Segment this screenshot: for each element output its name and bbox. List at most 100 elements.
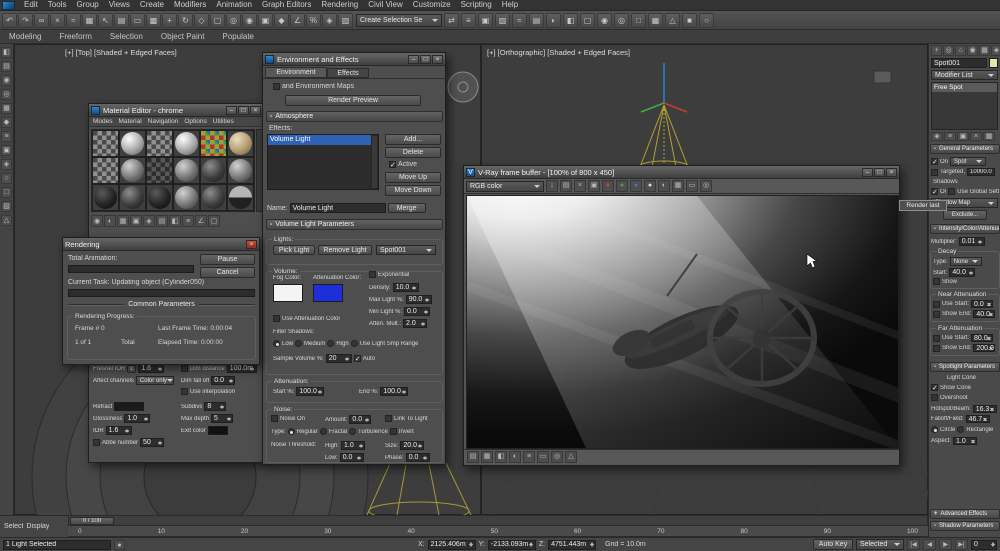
load-image-icon[interactable]: ▤ bbox=[560, 180, 572, 192]
minimize-button[interactable]: – bbox=[408, 55, 419, 64]
ribbon-tab[interactable]: Modeling bbox=[0, 30, 50, 43]
multiplier-field[interactable]: 0.01 bbox=[959, 237, 985, 246]
left-toolbar-icon[interactable]: ▧ bbox=[1, 201, 12, 212]
far-use-checkbox[interactable] bbox=[933, 335, 940, 342]
merge-button[interactable]: Merge bbox=[388, 203, 426, 213]
pause-button[interactable]: Pause bbox=[200, 254, 255, 265]
circle-radio[interactable] bbox=[931, 426, 938, 433]
show-end-result-icon[interactable]: ≡ bbox=[944, 132, 956, 141]
noise-amount-field[interactable]: 0.0 bbox=[349, 415, 371, 424]
app-logo-icon[interactable] bbox=[2, 1, 15, 10]
menu-item[interactable]: Customize bbox=[408, 0, 456, 10]
decay-type-dropdown[interactable]: None bbox=[950, 257, 982, 266]
menu-item[interactable]: Tools bbox=[43, 0, 72, 10]
select-and-scale-icon[interactable]: ◇ bbox=[194, 13, 209, 28]
type-fractal-radio[interactable] bbox=[320, 428, 327, 435]
select-and-move-icon[interactable]: + bbox=[162, 13, 177, 28]
put-material-icon[interactable]: ◐ bbox=[104, 215, 116, 227]
tab-environment[interactable]: Environment bbox=[265, 67, 327, 78]
remove-modifier-icon[interactable]: × bbox=[970, 132, 982, 141]
dim-distance-field[interactable]: 100.0m bbox=[227, 364, 257, 373]
background-icon[interactable]: ▭ bbox=[537, 451, 549, 463]
material-editor-titlebar[interactable]: Material Editor - chrome – □ × bbox=[89, 104, 263, 117]
make-unique-icon[interactable]: ◈ bbox=[143, 215, 155, 227]
play-animation-icon[interactable]: ▶ bbox=[939, 539, 952, 550]
noise-size-field[interactable]: 20.0 bbox=[400, 441, 424, 450]
material-editor-menu-item[interactable]: Modes bbox=[90, 117, 116, 127]
rollout-volume-light-parameters[interactable]: Volume Light Parameters bbox=[266, 219, 443, 230]
aspect-field[interactable]: 1.0 bbox=[953, 437, 977, 445]
close-button[interactable]: × bbox=[886, 168, 897, 177]
left-toolbar-icon[interactable]: ◧ bbox=[1, 47, 12, 58]
exposure-icon[interactable]: ◐ bbox=[509, 451, 521, 463]
viewport-top-label[interactable]: [+] [Top] [Shaded + Edged Faces] bbox=[65, 48, 177, 57]
y-coordinate-field[interactable]: -2133.093m bbox=[488, 540, 536, 550]
modify-tab-icon[interactable]: ◎ bbox=[943, 45, 954, 56]
near-start-field[interactable]: 0.0 bbox=[971, 300, 993, 308]
menu-item[interactable]: Views bbox=[104, 0, 135, 10]
effects-list-item[interactable]: Volume Light bbox=[268, 135, 378, 145]
pin-stack-icon[interactable]: ◈ bbox=[931, 132, 943, 141]
pixel-info-icon[interactable]: ▦ bbox=[672, 180, 684, 192]
modifier-stack[interactable]: Free Spot bbox=[931, 82, 998, 130]
stereo-icon[interactable]: △ bbox=[565, 451, 577, 463]
select-and-rotate-icon[interactable]: ↻ bbox=[178, 13, 193, 28]
keyboard-override-icon[interactable]: ▣ bbox=[258, 13, 273, 28]
material-slot[interactable] bbox=[173, 130, 200, 157]
menu-item[interactable]: Rendering bbox=[316, 0, 363, 10]
material-slot[interactable] bbox=[227, 157, 254, 184]
keying-mode-dropdown[interactable]: Selected bbox=[856, 539, 904, 550]
current-frame-field[interactable]: 0 bbox=[971, 540, 997, 550]
fresnel-ior-field[interactable]: 1.6 bbox=[138, 364, 164, 373]
region-render-icon[interactable]: ▭ bbox=[686, 180, 698, 192]
ribbon-tab[interactable]: Selection bbox=[101, 30, 152, 43]
left-toolbar-icon[interactable]: ▦ bbox=[1, 103, 12, 114]
clear-image-icon[interactable]: × bbox=[574, 180, 586, 192]
decay-show-checkbox[interactable] bbox=[933, 278, 940, 285]
select-object-icon[interactable]: ↖ bbox=[98, 13, 113, 28]
move-down-button[interactable]: Move Down bbox=[385, 185, 441, 196]
far-end-field[interactable]: 200.0 bbox=[973, 344, 995, 352]
reset-map-icon[interactable]: ▣ bbox=[130, 215, 142, 227]
tab-effects[interactable]: Effects bbox=[327, 68, 369, 78]
left-toolbar-icon[interactable]: ◎ bbox=[1, 89, 12, 100]
left-toolbar-icon[interactable]: ◈ bbox=[1, 159, 12, 170]
affect-channels-dropdown[interactable]: Color only bbox=[136, 376, 174, 385]
motion-tab-icon[interactable]: ◉ bbox=[967, 45, 978, 56]
time-slider-handle[interactable]: 0 / 100 bbox=[70, 517, 114, 525]
time-slider[interactable]: 0 / 100 bbox=[68, 515, 928, 526]
modifier-list-dropdown[interactable]: Modifier List bbox=[931, 70, 998, 80]
environment-titlebar[interactable]: Environment and Effects – □ × bbox=[263, 53, 445, 66]
far-start-field[interactable]: 80.0 bbox=[971, 334, 993, 342]
ior-field[interactable]: 1.6 bbox=[106, 426, 132, 435]
rollout-spotlight-parameters[interactable]: Spotlight Parameters bbox=[930, 362, 1000, 372]
go-to-end-icon[interactable]: ▶| bbox=[955, 539, 968, 550]
link-to-light-checkbox[interactable] bbox=[385, 415, 392, 422]
minimize-button[interactable]: – bbox=[226, 106, 237, 115]
blue-channel-icon[interactable]: ● bbox=[630, 180, 642, 192]
menu-item[interactable]: Scripting bbox=[456, 0, 497, 10]
render-iterative-icon[interactable]: ◎ bbox=[614, 13, 629, 28]
targeted-checkbox[interactable] bbox=[931, 169, 938, 176]
left-toolbar-icon[interactable]: ≡ bbox=[1, 131, 12, 142]
material-editor-icon[interactable]: ◐ bbox=[546, 13, 561, 28]
select-tab[interactable]: Select bbox=[4, 523, 23, 530]
display-tab-icon[interactable]: ▦ bbox=[979, 45, 990, 56]
cancel-button[interactable]: Cancel bbox=[200, 267, 255, 278]
abbe-field[interactable]: 50 bbox=[140, 438, 164, 447]
filter-low-radio[interactable] bbox=[273, 340, 280, 347]
track-bar[interactable]: 0102030405060708090100 bbox=[68, 526, 928, 537]
alpha-channel-icon[interactable]: ● bbox=[644, 180, 656, 192]
viewport-layout-icon[interactable]: △ bbox=[665, 13, 680, 28]
track-mouse-icon[interactable]: ◎ bbox=[700, 180, 712, 192]
abbe-checkbox[interactable] bbox=[93, 439, 100, 446]
light-on-checkbox[interactable] bbox=[931, 158, 938, 165]
left-toolbar-icon[interactable]: ▤ bbox=[1, 61, 12, 72]
monochrome-icon[interactable]: ◐ bbox=[658, 180, 670, 192]
material-slot[interactable] bbox=[173, 184, 200, 211]
close-button[interactable]: × bbox=[250, 106, 261, 115]
window-crossing-icon[interactable]: ▩ bbox=[146, 13, 161, 28]
vfb-image[interactable] bbox=[466, 195, 899, 449]
mirror-icon[interactable]: ⇄ bbox=[444, 13, 459, 28]
target-distance-field[interactable]: 10000.0 bbox=[967, 168, 995, 176]
